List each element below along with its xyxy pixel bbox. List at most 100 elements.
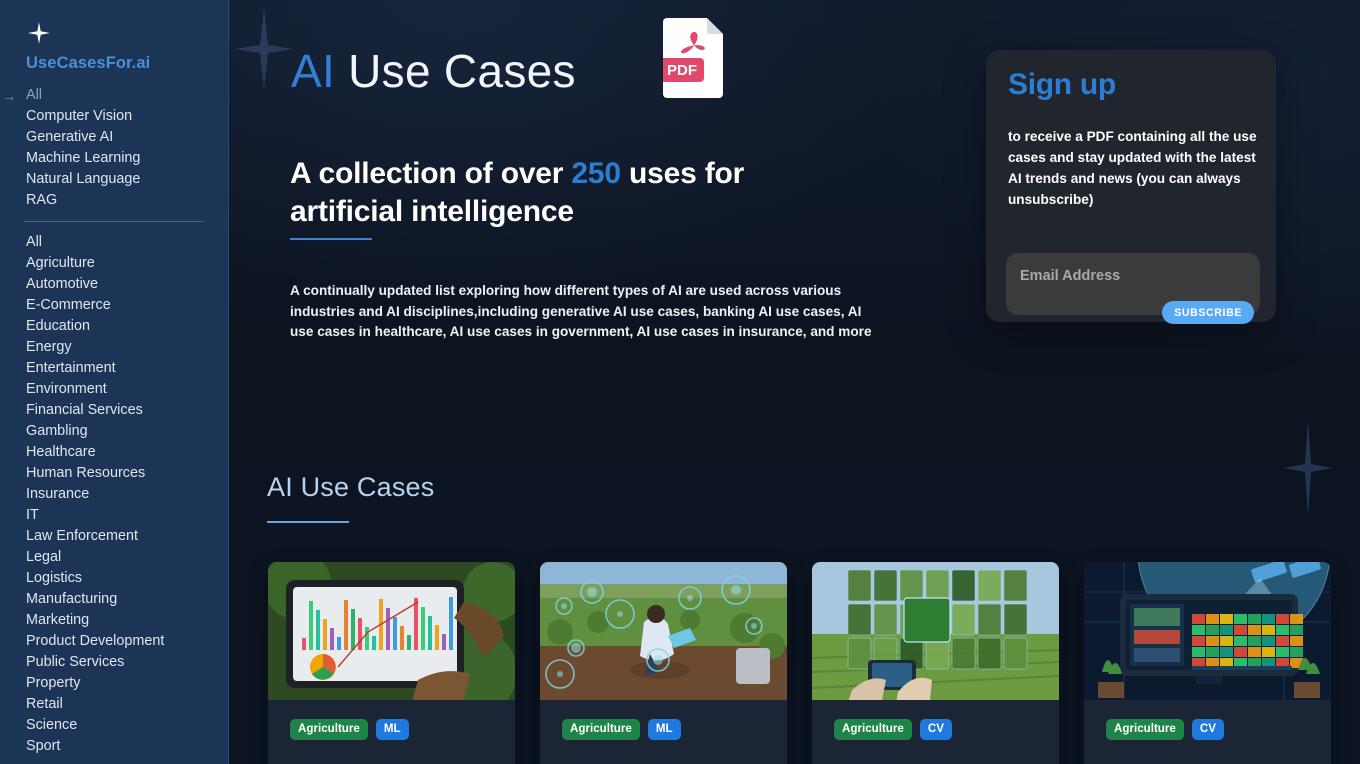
industry-tag[interactable]: Agriculture	[562, 719, 640, 740]
sidebar-industry-education[interactable]: Education	[0, 316, 228, 337]
sidebar-item-label: E-Commerce	[26, 297, 111, 313]
sidebar-item-label: Automotive	[26, 276, 98, 292]
sidebar-industry-science[interactable]: Science	[0, 715, 228, 736]
discipline-tag[interactable]: CV	[1191, 719, 1224, 740]
sidebar-discipline-machine-learning[interactable]: Machine Learning	[0, 148, 228, 169]
use-case-card-image	[268, 562, 515, 700]
industry-tag[interactable]: Agriculture	[834, 719, 912, 740]
hero-accent-rule	[290, 238, 372, 240]
sidebar-item-label: Public Services	[26, 654, 125, 670]
use-case-card-tags: Agriculture ML	[290, 719, 409, 740]
sidebar-industry-property[interactable]: Property	[0, 673, 228, 694]
use-case-card-image	[812, 562, 1059, 700]
sidebar-item-label: All	[26, 234, 42, 250]
sidebar-industry-energy[interactable]: Energy	[0, 337, 228, 358]
sidebar-item-label: Education	[26, 318, 91, 334]
sidebar-item-label: Sport	[26, 738, 61, 754]
sidebar-industry-environment[interactable]: Environment	[0, 379, 228, 400]
logo-text[interactable]: UseCasesFor.ai	[26, 54, 228, 73]
sidebar-industry-sport[interactable]: Sport	[0, 736, 228, 757]
signup-card: Sign up to receive a PDF containing all …	[986, 50, 1276, 324]
sidebar-item-label: Natural Language	[26, 171, 141, 187]
sidebar-item-label: IT	[26, 507, 39, 523]
sidebar-discipline-rag[interactable]: RAG	[0, 190, 228, 211]
page-title-rest: Use Cases	[335, 45, 576, 97]
pdf-icon-label: PDF	[667, 62, 697, 79]
sidebar-industry-it[interactable]: IT	[0, 505, 228, 526]
use-case-card-image	[1084, 562, 1331, 700]
sidebar-industry-logistics[interactable]: Logistics	[0, 568, 228, 589]
sidebar-industry-gambling[interactable]: Gambling	[0, 421, 228, 442]
email-field[interactable]	[1006, 253, 1260, 299]
sidebar-item-label: Insurance	[26, 486, 90, 502]
hero-heading-number: 250	[571, 157, 621, 190]
sidebar-item-label: Healthcare	[26, 444, 96, 460]
industry-tag[interactable]: Agriculture	[290, 719, 368, 740]
sidebar-industry-manufacturing[interactable]: Manufacturing	[0, 589, 228, 610]
use-case-card[interactable]: Agriculture ML	[540, 562, 787, 764]
use-case-card-tags: Agriculture CV	[1106, 719, 1224, 740]
industry-tag[interactable]: Agriculture	[1106, 719, 1184, 740]
sidebar-item-label: Agriculture	[26, 255, 95, 271]
sidebar-item-label: Manufacturing	[26, 591, 118, 607]
discipline-tag[interactable]: ML	[647, 719, 681, 740]
use-case-card-tags: Agriculture CV	[834, 719, 952, 740]
use-case-card-image	[540, 562, 787, 700]
sidebar-item-label: Logistics	[26, 570, 82, 586]
sidebar-industry-agriculture[interactable]: Agriculture	[0, 253, 228, 274]
sidebar-item-label: Law Enforcement	[26, 528, 138, 544]
page-title: AI Use Cases	[291, 47, 576, 95]
sidebar-item-label: RAG	[26, 192, 58, 208]
sidebar-discipline-natural-language[interactable]: Natural Language	[0, 169, 228, 190]
sidebar-item-label: Generative AI	[26, 129, 114, 145]
sidebar-discipline-all[interactable]: → All	[0, 85, 228, 106]
sidebar-industry-human-resources[interactable]: Human Resources	[0, 463, 228, 484]
sidebar-item-label: Financial Services	[26, 402, 143, 418]
sidebar-industry-all[interactable]: All	[0, 232, 228, 253]
sidebar-industry-financial-services[interactable]: Financial Services	[0, 400, 228, 421]
sidebar-industry-e-commerce[interactable]: E-Commerce	[0, 295, 228, 316]
use-case-card-list: Agriculture ML Agriculture ML Agricultur…	[268, 562, 1360, 764]
sidebar-item-label: Science	[26, 717, 78, 733]
star-decoration-icon	[1284, 420, 1332, 516]
main-content: AI Use Cases A collection of over 250 us…	[229, 0, 1360, 764]
sidebar-item-label: Computer Vision	[26, 108, 133, 124]
pdf-file-icon: PDF	[663, 18, 725, 98]
sidebar-item-label: Machine Learning	[26, 150, 141, 166]
sidebar-industry-law-enforcement[interactable]: Law Enforcement	[0, 526, 228, 547]
use-case-card[interactable]: Agriculture ML	[268, 562, 515, 764]
sidebar-industry-public-services[interactable]: Public Services	[0, 652, 228, 673]
use-case-card[interactable]: Agriculture CV	[812, 562, 1059, 764]
section-title: AI Use Cases	[267, 472, 435, 502]
hero-heading-before: A collection of over	[290, 157, 572, 190]
page-root: UseCasesFor.ai → All Computer Vision Genera…	[0, 0, 1360, 764]
sidebar-industry-entertainment[interactable]: Entertainment	[0, 358, 228, 379]
sidebar-industry-legal[interactable]: Legal	[0, 547, 228, 568]
page-title-ai: AI	[291, 45, 336, 97]
email-field-wrapper: SUBSCRIBE	[1006, 253, 1260, 324]
star-decoration-icon	[235, 8, 293, 90]
sidebar-industry-product-development[interactable]: Product Development	[0, 631, 228, 652]
sidebar-industry-marketing[interactable]: Marketing	[0, 610, 228, 631]
sidebar-item-label: Property	[26, 675, 81, 691]
discipline-tag[interactable]: CV	[919, 719, 952, 740]
sidebar-item-label: Human Resources	[26, 465, 146, 481]
sidebar-discipline-computer-vision[interactable]: Computer Vision	[0, 106, 228, 127]
sidebar-industry-automotive[interactable]: Automotive	[0, 274, 228, 295]
sidebar: UseCasesFor.ai → All Computer Vision Genera…	[0, 0, 229, 764]
sidebar-divider	[24, 221, 204, 222]
sidebar-item-label: Retail	[26, 696, 63, 712]
use-case-card[interactable]: Agriculture CV	[1084, 562, 1331, 764]
sidebar-industry-retail[interactable]: Retail	[0, 694, 228, 715]
discipline-tag[interactable]: ML	[375, 719, 409, 740]
sidebar-industry-insurance[interactable]: Insurance	[0, 484, 228, 505]
sidebar-discipline-generative-ai[interactable]: Generative AI	[0, 127, 228, 148]
sidebar-item-label: Product Development	[26, 633, 165, 649]
sidebar-item-label: Gambling	[26, 423, 88, 439]
subscribe-button[interactable]: SUBSCRIBE	[1162, 301, 1254, 324]
section-accent-rule	[267, 521, 349, 523]
sidebar-item-label: Legal	[26, 549, 62, 565]
sidebar-industry-healthcare[interactable]: Healthcare	[0, 442, 228, 463]
sidebar-item-label: Marketing	[26, 612, 90, 628]
sidebar-item-label: Environment	[26, 381, 107, 397]
